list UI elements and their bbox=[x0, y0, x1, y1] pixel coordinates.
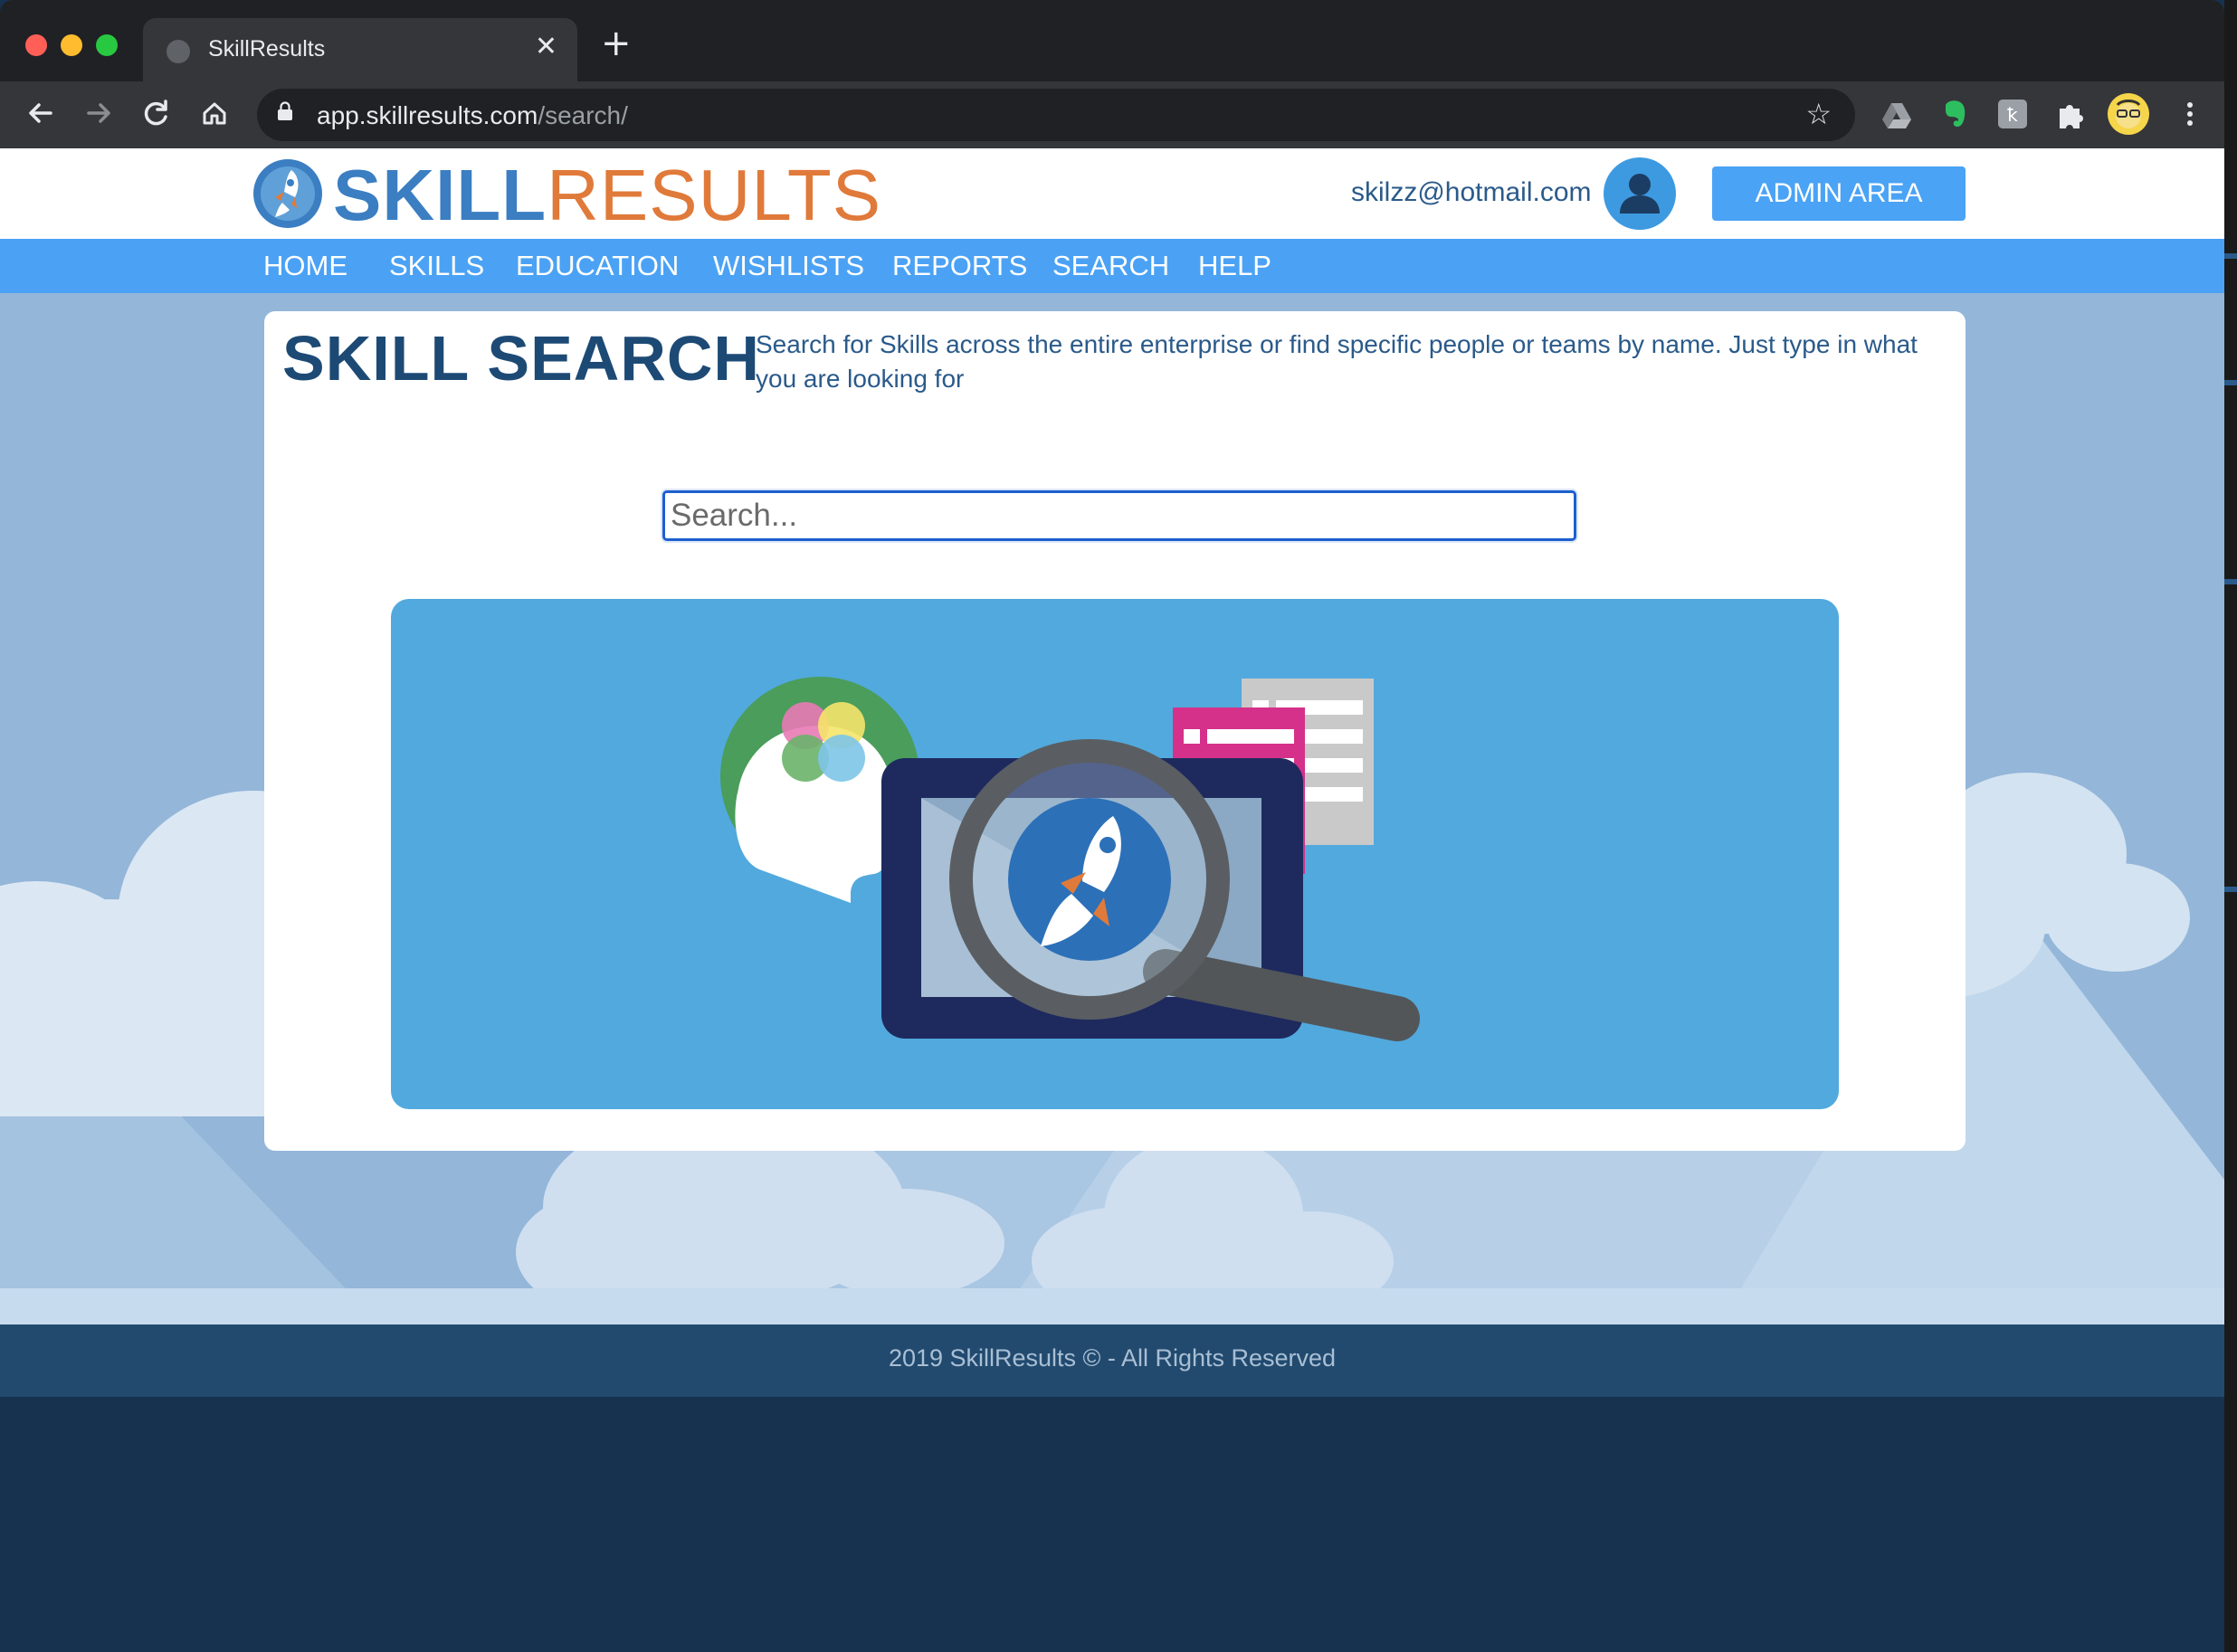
url-host: app.skillresults.com bbox=[317, 101, 538, 129]
footer-copyright: 2019 SkillResults © - All Rights Reserve… bbox=[888, 1344, 1337, 1372]
back-arrow-icon[interactable] bbox=[18, 90, 63, 136]
nav-item-help[interactable]: HELP bbox=[1198, 250, 1271, 282]
rocket-logo-icon[interactable] bbox=[252, 157, 324, 230]
user-email[interactable]: skilzz@hotmail.com bbox=[1351, 177, 1592, 208]
nav-item-wishlists[interactable]: WISHLISTS bbox=[713, 250, 864, 282]
nav-item-education[interactable]: EDUCATION bbox=[516, 250, 679, 282]
url-text: app.skillresults.com/search/ bbox=[317, 101, 628, 130]
main-nav: HOME SKILLS EDUCATION WISHLISTS REPORTS … bbox=[0, 239, 2224, 293]
user-icon[interactable] bbox=[1604, 157, 1676, 230]
site-logo-text[interactable]: SKILLRESULTS bbox=[333, 156, 881, 235]
admin-area-button[interactable]: ADMIN AREA bbox=[1712, 166, 1966, 221]
svg-text:ꝁ: ꝁ bbox=[2007, 104, 2018, 126]
logo-text-skill: SKILL bbox=[333, 155, 547, 235]
site-header: SKILLRESULTS skilzz@hotmail.com ADMIN AR… bbox=[0, 148, 2224, 239]
skill-search-card: SKILL SEARCH Search for Skills across th… bbox=[264, 311, 1966, 1151]
evernote-icon[interactable] bbox=[1937, 96, 1973, 132]
browser-tab[interactable]: SkillResults ✕ bbox=[143, 18, 577, 81]
close-tab-icon[interactable]: ✕ bbox=[535, 31, 557, 62]
page-bottom-area bbox=[0, 1397, 2224, 1652]
nav-item-skills[interactable]: SKILLS bbox=[389, 250, 484, 282]
tab-favicon-icon bbox=[167, 40, 190, 63]
nav-item-home[interactable]: HOME bbox=[263, 250, 347, 282]
nav-item-reports[interactable]: REPORTS bbox=[892, 250, 1027, 282]
home-icon[interactable] bbox=[192, 90, 237, 136]
nav-item-search[interactable]: SEARCH bbox=[1052, 250, 1169, 282]
tab-title: SkillResults bbox=[208, 36, 326, 62]
site-footer: 2019 SkillResults © - All Rights Reserve… bbox=[0, 1324, 2224, 1397]
star-icon[interactable]: ☆ bbox=[1805, 97, 1832, 131]
browser-toolbar: app.skillresults.com/search/ ☆ ꝁ bbox=[0, 81, 2224, 148]
new-tab-button[interactable]: + bbox=[601, 25, 632, 62]
close-window-button[interactable] bbox=[25, 34, 47, 56]
profile-icon[interactable] bbox=[2107, 92, 2150, 136]
search-illustration bbox=[391, 599, 1839, 1109]
extension-icon[interactable]: ꝁ bbox=[1994, 96, 2031, 132]
page-title: SKILL SEARCH bbox=[282, 323, 760, 394]
page-intro-text: Search for Skills across the entire ente… bbox=[756, 330, 1918, 393]
background-window-edge bbox=[2224, 0, 2237, 1652]
address-bar[interactable]: app.skillresults.com/search/ ☆ bbox=[257, 89, 1855, 141]
reload-icon[interactable] bbox=[134, 90, 179, 136]
url-path: /search/ bbox=[538, 101, 628, 129]
tab-bar: SkillResults ✕ + bbox=[0, 0, 2224, 81]
minimize-window-button[interactable] bbox=[61, 34, 82, 56]
puzzle-icon[interactable] bbox=[2052, 96, 2089, 132]
browser-window: SkillResults ✕ + app.skillresults.com/se… bbox=[0, 0, 2224, 1652]
lock-icon bbox=[278, 101, 292, 120]
google-drive-icon[interactable] bbox=[1879, 96, 1915, 132]
forward-arrow-icon[interactable] bbox=[76, 90, 121, 136]
search-input[interactable] bbox=[662, 490, 1576, 541]
logo-text-results: RESULTS bbox=[547, 155, 882, 235]
maximize-window-button[interactable] bbox=[96, 34, 118, 56]
more-menu-icon[interactable] bbox=[2172, 96, 2208, 132]
web-page: SKILLRESULTS skilzz@hotmail.com ADMIN AR… bbox=[0, 148, 2224, 1652]
